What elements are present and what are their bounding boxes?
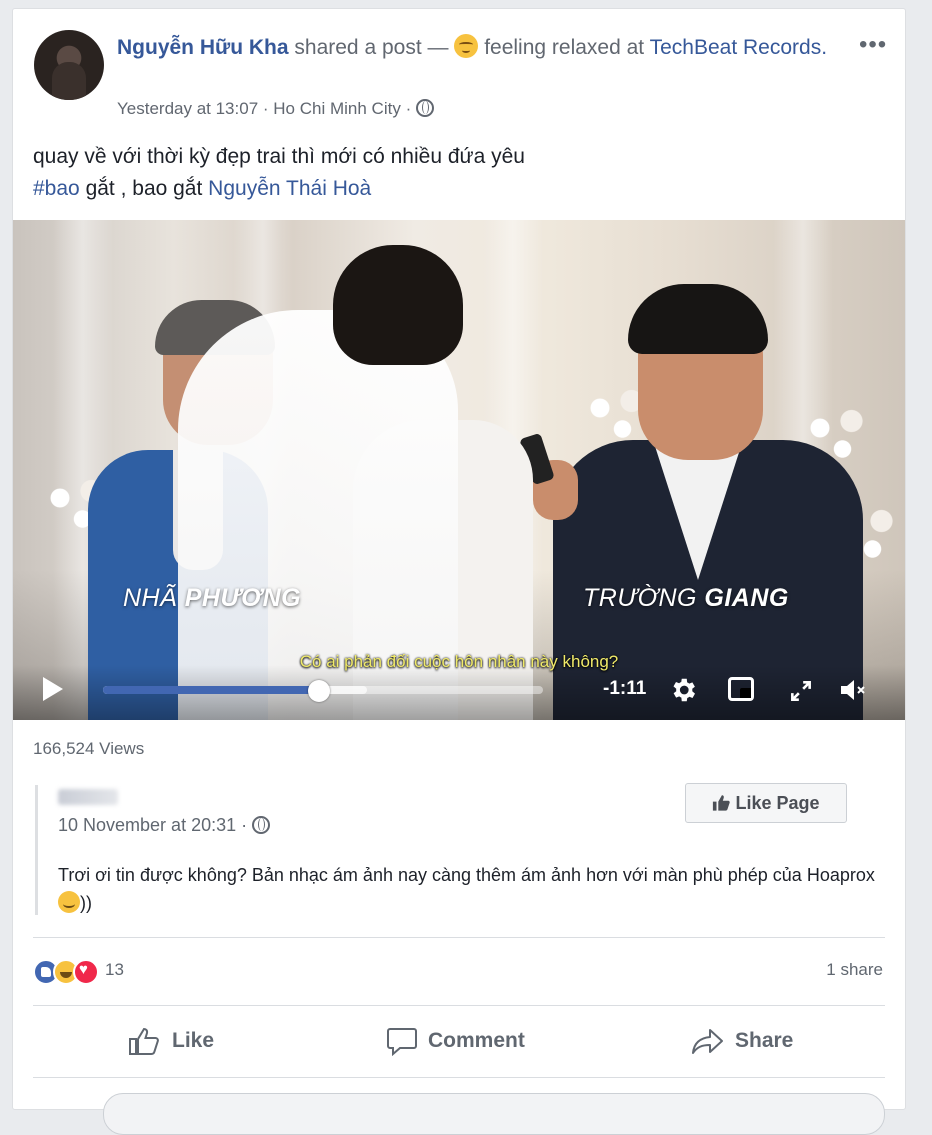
post-text-mid: gắt , bao gắt — [85, 177, 203, 200]
globe-icon[interactable] — [252, 816, 271, 834]
fullscreen-icon[interactable] — [788, 678, 814, 704]
video-subtitle: Có ai phản đối cuộc hôn nhân này không? — [299, 652, 619, 671]
post-meta: Yesterday at 13:07 · Ho Chi Minh City · — [117, 99, 434, 119]
post-header: Nguyễn Hữu Kha shared a post — feeling r… — [117, 33, 837, 62]
love-reaction-icon — [73, 959, 99, 985]
post-body: quay về với thời kỳ đẹp trai thì mới có … — [33, 141, 525, 205]
globe-icon[interactable] — [415, 99, 434, 117]
relieved-emoji-icon — [454, 34, 479, 58]
write-comment-input[interactable] — [103, 1093, 885, 1135]
progress-knob[interactable] — [307, 680, 330, 702]
share-button[interactable]: Share — [691, 1011, 793, 1071]
shared-action-text: shared a post — — [294, 36, 449, 59]
more-options-icon[interactable]: ••• — [859, 31, 887, 59]
action-bar: Like Comment Share — [13, 1011, 905, 1071]
post-timestamp[interactable]: Yesterday at 13:07 — [117, 99, 258, 118]
comment-bubble-icon — [387, 1028, 417, 1056]
like-button[interactable]: Like — [128, 1011, 214, 1071]
post-text-line1: quay về với thời kỳ đẹp trai thì mới có … — [33, 145, 525, 168]
divider — [33, 1077, 885, 1078]
shared-post-date: 10 November at 20:31 · — [58, 815, 271, 836]
share-count[interactable]: 1 share — [783, 960, 883, 980]
play-icon[interactable] — [43, 677, 63, 701]
view-count[interactable]: 166,524 Views — [33, 739, 144, 759]
divider — [33, 937, 885, 938]
post-text-line2: #bao gắt , bao gắt Nguyễn Thái Hoà — [33, 173, 525, 205]
author-avatar[interactable] — [34, 30, 104, 100]
share-arrow-icon — [692, 1029, 723, 1054]
thumbs-up-outline-icon — [129, 1027, 159, 1055]
post-location[interactable]: Ho Chi Minh City — [273, 99, 401, 118]
smile-emoji-icon — [58, 891, 80, 913]
time-remaining: -1:11 — [603, 678, 647, 699]
post-card: Nguyễn Hữu Kha shared a post — feeling r… — [12, 8, 906, 1135]
hashtag-link[interactable]: #bao — [33, 177, 80, 200]
like-page-button[interactable]: Like Page — [685, 783, 847, 823]
video-player[interactable]: NHÃ PHƯƠNG TRƯỜNG GIANG Có ai phản đối c… — [13, 220, 905, 720]
reaction-count[interactable]: 13 — [105, 960, 124, 980]
video-progress-bar[interactable] — [103, 680, 543, 702]
settings-gear-icon[interactable] — [668, 675, 698, 705]
place-link[interactable]: TechBeat Records. — [650, 36, 827, 59]
shared-post-text: Trơi ơi tin được không? Bản nhạc ám ảnh … — [58, 865, 875, 913]
shared-source-name[interactable] — [58, 789, 118, 805]
thumbs-up-icon — [713, 795, 731, 811]
mute-volume-icon[interactable] — [838, 677, 868, 703]
author-name[interactable]: Nguyễn Hữu Kha — [117, 36, 289, 59]
comment-button[interactable]: Comment — [386, 1011, 525, 1071]
picture-in-picture-icon[interactable] — [728, 677, 754, 701]
mention-link[interactable]: Nguyễn Thái Hoà — [208, 177, 371, 200]
divider — [33, 1005, 885, 1006]
caption-right: TRƯỜNG GIANG — [583, 584, 789, 612]
feeling-text: feeling relaxed at — [484, 36, 645, 59]
caption-left: NHÃ PHƯƠNG — [123, 584, 302, 612]
